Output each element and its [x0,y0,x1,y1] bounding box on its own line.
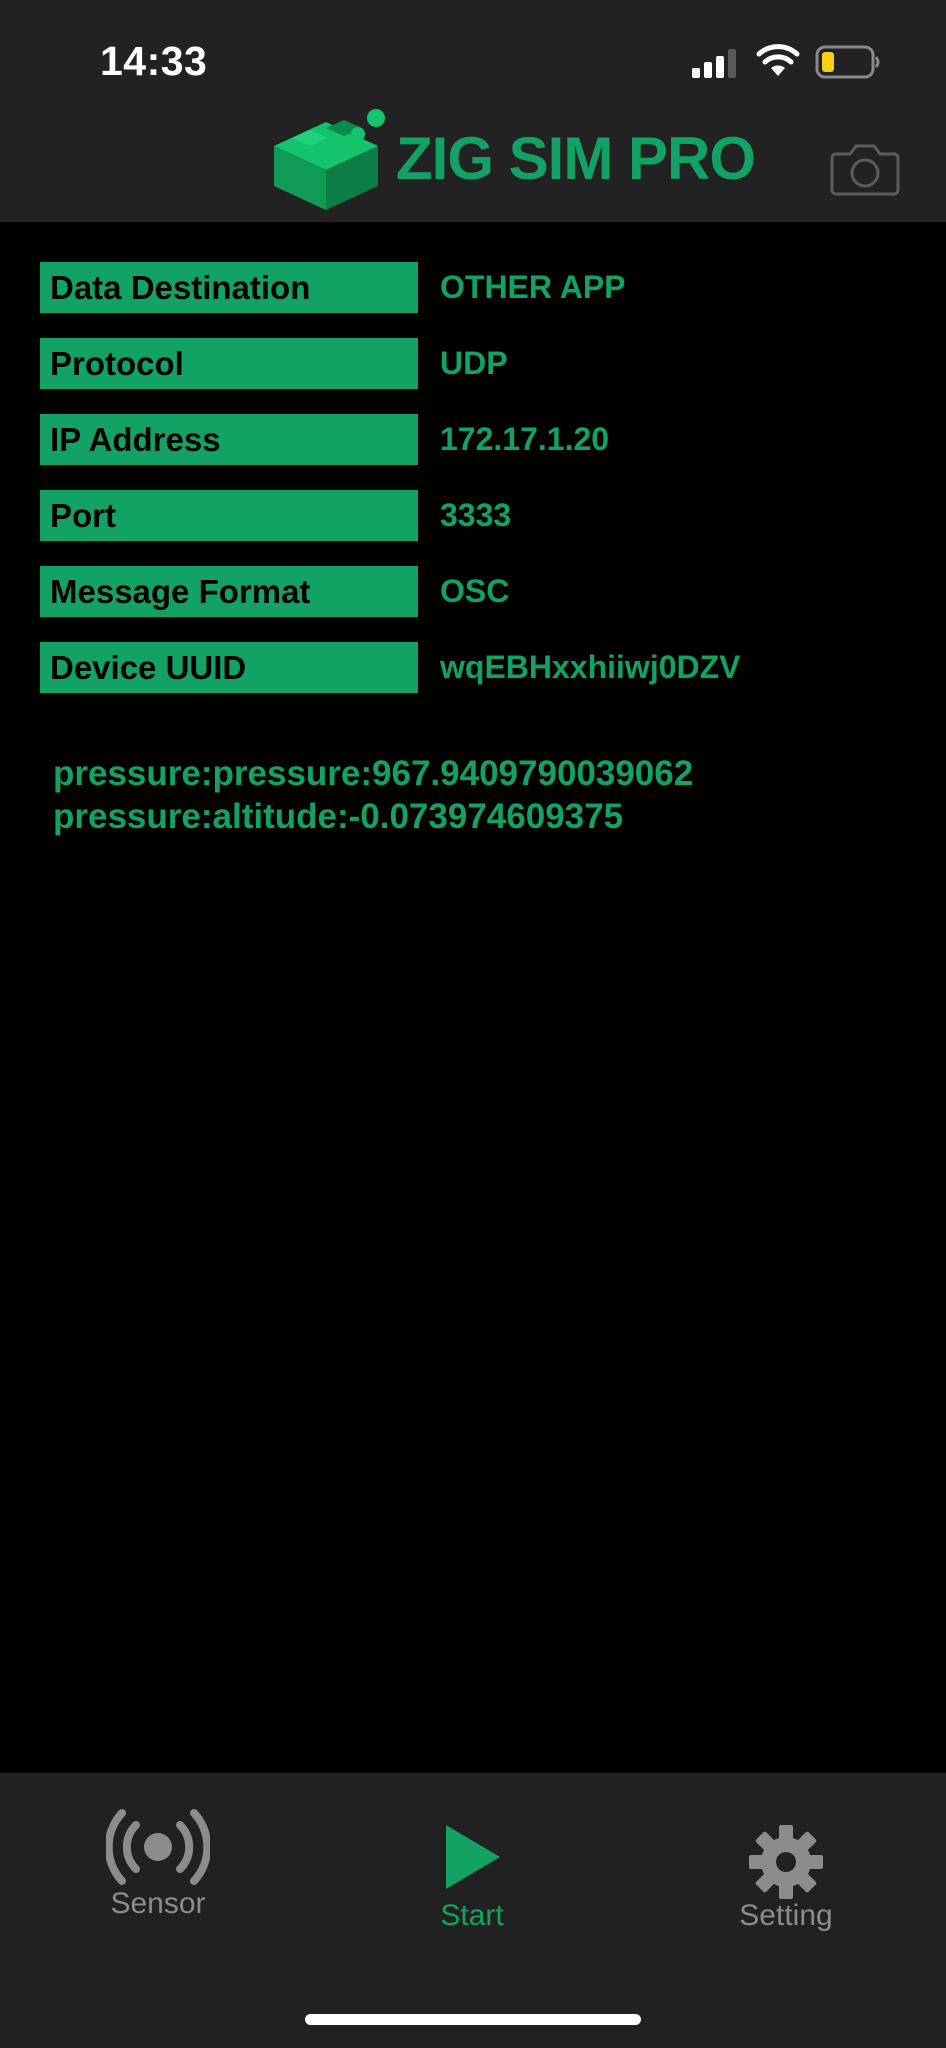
cellular-signal-icon [692,49,736,78]
wifi-icon [756,44,800,76]
sensor-readings: pressure:pressure:967.9409790039062 pres… [53,752,923,838]
broadcast-icon [106,1809,210,1885]
info-key: IP Address [40,414,418,465]
info-row-data-destination: Data Destination OTHER APP [40,262,920,313]
info-key: Message Format [40,566,418,617]
info-key: Data Destination [40,262,418,313]
tab-start-label: Start [440,1899,504,1932]
info-value: 172.17.1.20 [440,421,610,457]
tab-sensor[interactable]: Sensor [58,1773,258,1973]
info-value: OTHER APP [440,269,626,305]
info-key: Port [40,490,418,541]
info-row-message-format: Message Format OSC [40,566,920,617]
top-bar: 14:33 ZIG SIM PRO [0,0,946,222]
info-row-device-uuid: Device UUID wqEBHxxhiiwj0DZV [40,642,920,693]
reading-line: pressure:pressure:967.9409790039062 [53,754,694,793]
info-value: UDP [440,345,508,381]
reading-line: pressure:altitude:-0.073974609375 [53,797,624,836]
camera-icon[interactable] [830,140,900,196]
tab-setting-label: Setting [739,1899,833,1932]
info-key: Device UUID [40,642,418,693]
info-value: OSC [440,573,510,609]
battery-icon [815,45,880,79]
tab-sensor-label: Sensor [110,1887,206,1920]
app-title: ZIG SIM PRO [396,125,756,192]
home-indicator[interactable] [305,2014,641,2025]
gear-icon [749,1825,823,1899]
info-value: 3333 [440,497,512,533]
tab-start[interactable]: Start [372,1773,572,1973]
tab-bar: Sensor Start Setting [0,1773,946,2048]
play-icon [446,1825,500,1889]
info-row-protocol: Protocol UDP [40,338,920,389]
tab-setting[interactable]: Setting [686,1773,886,1973]
info-row-ip-address: IP Address 172.17.1.20 [40,414,920,465]
info-row-port: Port 3333 [40,490,920,541]
status-time: 14:33 [100,38,208,84]
info-key: Protocol [40,338,418,389]
connection-info-table: Data Destination OTHER APP Protocol UDP … [40,262,920,718]
info-value: wqEBHxxhiiwj0DZV [440,649,741,685]
